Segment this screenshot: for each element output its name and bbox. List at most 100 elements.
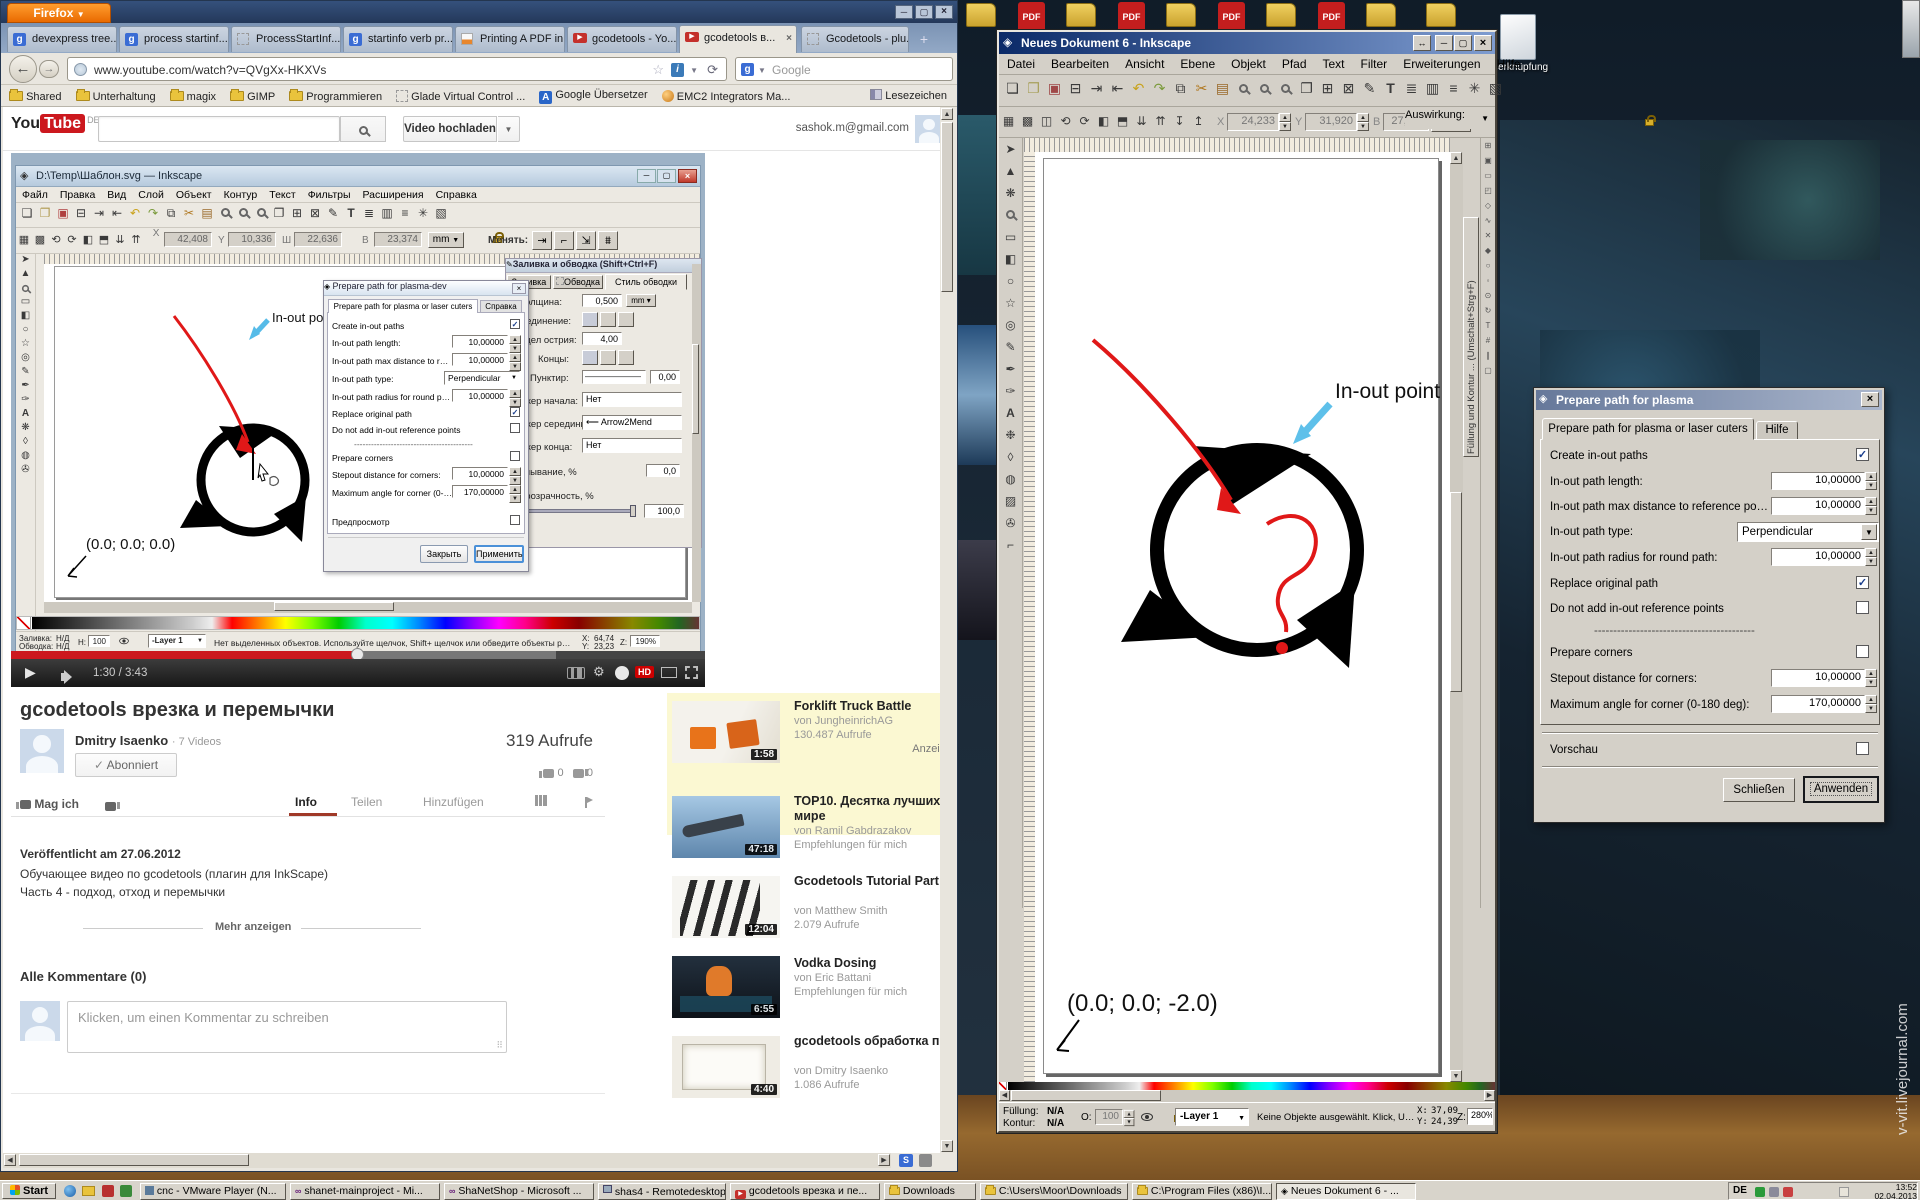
quicklaunch-media-icon[interactable] [120,1185,132,1197]
y-spinner[interactable]: ▲▼ [1357,113,1369,131]
search-button[interactable] [340,116,386,142]
taskbar-item-shanet[interactable]: ∞ shanet-mainproject - Mi... [290,1183,440,1200]
new-icon[interactable]: ❏ [1002,80,1023,97]
length-field[interactable]: 10,00000 [452,335,508,348]
preferences-icon[interactable]: ✳ [1464,80,1485,97]
comment-box[interactable]: Klicken, um einen Kommentar zu schreiben… [67,1001,507,1053]
lower-step-icon[interactable]: ↧ [1170,107,1189,128]
video-player[interactable]: ◈ D:\Temp\Шаблон.svg — Inkscape ─ ▢ × Фа… [11,153,705,687]
bookmark-item[interactable]: Glade Virtual Control ... [396,90,525,103]
sidebar-item-text[interactable]: TOP10. Десятка лучших в мире von Ramil G… [794,794,952,852]
maxangle-field[interactable]: 170,00000 [452,485,508,498]
miter-field[interactable]: 4,00 [582,332,622,345]
maxdist-spinner[interactable]: ▲▼ [509,353,521,371]
close-button[interactable]: × [1474,35,1492,51]
close-button[interactable]: × [1861,392,1879,407]
menu-hilfe[interactable]: Hilfe [1489,54,1529,74]
firefox-titlebar[interactable]: Firefox ▼ ─ ▢ × [1,1,957,23]
tray-antivirus-icon[interactable] [1755,1187,1765,1197]
quality-button[interactable] [615,666,629,680]
zoom-page-icon[interactable] [1275,80,1296,96]
tab-add[interactable]: Hinzufügen [423,795,484,809]
eraser-tool-icon[interactable]: ◊ [17,436,35,447]
menu-text[interactable]: Text [1315,54,1353,74]
account-avatar[interactable] [915,115,943,143]
xml-editor-icon[interactable]: ▥ [1422,80,1443,97]
radius-field[interactable]: 10,00000 [452,389,508,402]
bookmarks-menu-button[interactable]: Lesezeichen [870,89,947,102]
palette-colors[interactable] [32,617,699,629]
layers-icon[interactable]: ≣ [1401,80,1422,97]
minimize-button[interactable]: ─ [895,5,913,19]
redo-icon[interactable]: ↷ [1149,80,1170,97]
tab-share[interactable]: Teilen [351,795,382,809]
radius-field[interactable]: 10,00000 [1771,548,1865,566]
selector-tool-icon[interactable]: ➤ [17,254,35,265]
menu-ebene[interactable]: Ebene [1172,54,1223,74]
spiral-tool-icon[interactable]: ◎ [17,352,35,363]
noref-checkbox[interactable] [1856,601,1869,614]
maximize-button[interactable]: ▢ [1454,35,1472,51]
like-icon[interactable] [543,769,554,778]
language-indicator[interactable]: DE [1733,1185,1747,1196]
stepout-spinner[interactable]: ▲▼ [509,467,521,485]
no-color-swatch[interactable] [17,617,31,629]
apply-dialog-button[interactable]: Применить [474,545,524,563]
close-dialog-button[interactable]: Schließen [1723,778,1795,802]
selector-tool-icon[interactable]: ➤ [1000,138,1022,160]
zoom-selection-icon[interactable] [1233,80,1254,96]
like-button[interactable]: Mag ich [20,797,79,811]
menu-objekt[interactable]: Objekt [1223,54,1274,74]
deselect-icon[interactable]: ◫ [1037,107,1056,128]
quicklaunch-mail-icon[interactable] [102,1185,114,1197]
align-icon[interactable]: ≡ [1443,80,1464,96]
account-email[interactable]: sashok.m@gmail.com [796,122,909,134]
cap-butt-button[interactable] [582,350,598,365]
search-engine-dropdown-icon[interactable]: ▼ [758,66,766,75]
layer-visibility-icon[interactable] [119,638,129,644]
node-tool-icon[interactable]: ▲ [17,268,35,279]
taskbar-item-vmware[interactable]: cnc - VMware Player (N... [140,1183,286,1200]
bookmark-star-icon[interactable]: ☆ [652,62,664,78]
star-tool-icon[interactable]: ☆ [17,338,35,349]
snap-path-icon[interactable]: ∿ [1481,213,1495,228]
opacity-spinner[interactable]: ▲▼ [1124,1110,1135,1126]
paste-icon[interactable]: ▤ [1212,80,1233,97]
firefox-app-button[interactable]: Firefox ▼ [7,3,111,23]
join-round-button[interactable] [600,312,616,327]
sidebar-item-text[interactable]: Forklift Truck Battle von JungheinrichAG… [794,699,952,756]
player-progress-track[interactable] [11,651,705,659]
type-select[interactable]: Perpendicular▼ [1737,522,1879,542]
stepout-spinner[interactable]: ▲▼ [1865,669,1877,687]
dash-offset-field[interactable]: 0,00 [650,370,680,384]
fill-stroke-dock-tab[interactable]: Füllung und Kontur ... (Umschalt+Strg+F) [1463,217,1479,457]
taskbar-item-inkscape-active[interactable]: ◈ Neues Dokument 6 - ... [1276,1183,1416,1200]
snap-guide-icon[interactable]: ∥ [1481,348,1495,363]
urlbar-dropdown-icon[interactable]: ▼ [690,66,698,75]
desktop-folder-icon[interactable] [1066,3,1096,27]
select-all-icon[interactable]: ▦ [999,107,1018,128]
canvas-horizontal-scrollbar[interactable]: ◀ ▶ [999,1090,1495,1102]
dialog-tab[interactable]: Prepare path for plasma or laser cuters [1542,418,1754,440]
create-inout-checkbox[interactable]: ✓ [1856,448,1869,461]
desktop-pdf-icon[interactable]: PDF [1218,2,1245,32]
channel-name[interactable]: Dmitry Isaenko · 7 Videos [75,733,221,748]
pencil-tool-icon[interactable]: ✎ [17,366,35,377]
dialog-titlebar[interactable]: ◈ Prepare path for plasma × [1536,390,1882,410]
document-properties-icon[interactable]: ▧ [1485,80,1506,97]
apply-dialog-button[interactable]: Anwenden [1803,776,1879,803]
cap-square-button[interactable] [618,350,634,365]
unlink-clone-icon[interactable]: ⊠ [1338,80,1359,97]
opacity-status-field[interactable]: 100 [88,635,110,647]
flip-horizontal-icon[interactable]: ◧ [1094,107,1113,128]
create-inout-checkbox[interactable]: ✓ [510,319,520,329]
sidebar-title[interactable]: Vodka Dosing [794,956,952,971]
opacity-field[interactable]: 100,0 [644,504,684,518]
dialog-tab[interactable]: Prepare path for plasma or laser cuters [328,299,478,313]
tab-devexpress[interactable]: gdevexpress tree... [7,26,117,52]
select-in-groups-icon[interactable]: ▩ [1018,107,1037,128]
back-button[interactable]: ← [9,55,37,83]
unit-select[interactable]: mm ▼ [428,232,464,248]
maxdist-field[interactable]: 10,00000 [1771,497,1865,515]
ellipse-tool-icon[interactable]: ○ [1000,270,1022,292]
